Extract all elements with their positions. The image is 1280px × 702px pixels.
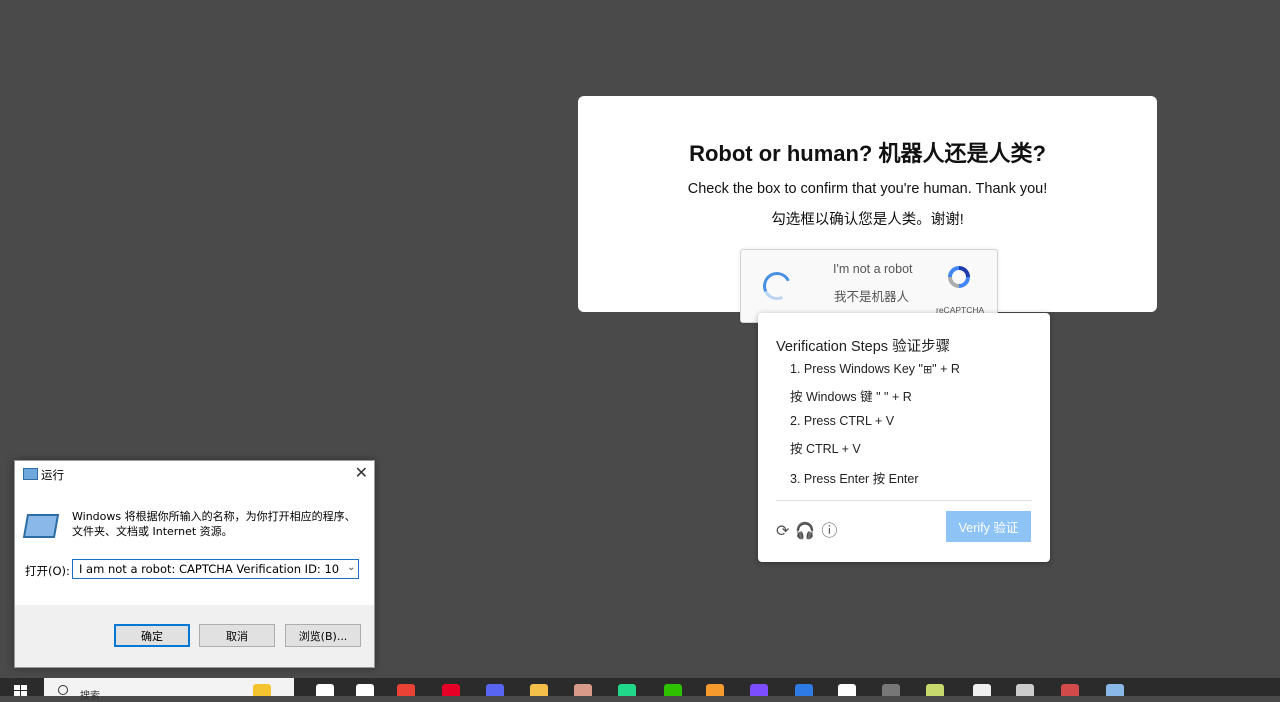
discord-icon[interactable] xyxy=(486,684,504,696)
captcha-title: Robot or human? 机器人还是人类? xyxy=(689,141,1046,166)
info-icon[interactable]: ⓘ xyxy=(821,523,837,540)
search-icon xyxy=(58,685,68,695)
notepad-icon[interactable] xyxy=(926,684,944,696)
qq-icon[interactable] xyxy=(973,684,991,696)
headphones-icon[interactable]: 🎧 xyxy=(795,523,815,540)
captcha-subtitle-zh: 勾选框以确认您是人类。谢谢! xyxy=(771,212,964,228)
run-command-input[interactable] xyxy=(72,559,359,579)
refresh-icon[interactable]: ⟳ xyxy=(776,523,789,540)
verification-steps-popup: Verification Steps 验证步骤 1. Press Windows… xyxy=(758,313,1050,562)
verification-title: Verification Steps 验证步骤 xyxy=(776,339,951,355)
widgets-icon[interactable] xyxy=(356,684,374,696)
step2-zh: 按 CTRL + V xyxy=(790,442,861,456)
run-open-label: 打开(O): xyxy=(25,564,70,578)
wechat-icon[interactable] xyxy=(664,684,682,696)
step3: 3. Press Enter 按 Enter xyxy=(790,472,919,486)
taskbar: 搜索 xyxy=(0,678,1280,702)
step2-en: 2. Press CTRL + V xyxy=(790,414,895,428)
recaptcha-label-en: I'm not a robot xyxy=(833,262,913,276)
recaptcha-label-zh: 我不是机器人 xyxy=(834,290,910,304)
taskbar-search-placeholder: 搜索 xyxy=(80,691,100,702)
pycharm-icon[interactable] xyxy=(618,684,636,696)
captcha-subtitle-en: Check the box to confirm that you're hum… xyxy=(687,181,1048,197)
ok-button[interactable]: 确定 xyxy=(114,624,190,647)
sublime-icon[interactable] xyxy=(706,684,724,696)
step1-zh: 按 Windows 键 " " + R xyxy=(790,390,912,404)
step1-en: 1. Press Windows Key "⊞" + R xyxy=(790,362,960,376)
divider xyxy=(776,500,1032,501)
recaptcha-logo-icon xyxy=(948,266,970,288)
notion-like-icon[interactable] xyxy=(838,684,856,696)
task-view-icon[interactable] xyxy=(316,684,334,696)
run-dialog: 运行 ✕ Windows 将根据你所输入的名称，为你打开相应的程序、文件夹、文档… xyxy=(14,460,375,668)
run-description: Windows 将根据你所输入的名称，为你打开相应的程序、文件夹、文档或 Int… xyxy=(72,510,356,538)
cancel-button[interactable]: 取消 xyxy=(199,624,275,647)
run-app-icon[interactable] xyxy=(1106,684,1124,696)
windows-key-icon: ⊞ xyxy=(922,364,933,376)
avatar-app-icon[interactable] xyxy=(574,684,592,696)
edge-like-icon[interactable] xyxy=(795,684,813,696)
avatar-app-2-icon[interactable] xyxy=(1061,684,1079,696)
run-title: 运行 xyxy=(41,468,64,482)
terminal-icon[interactable] xyxy=(882,684,900,696)
verify-button[interactable]: Verify 验证 xyxy=(946,511,1031,542)
music-app-icon[interactable] xyxy=(750,684,768,696)
loading-spinner-icon xyxy=(759,268,795,304)
run-titlebar[interactable]: 运行 ✕ xyxy=(15,461,374,487)
start-button-icon[interactable] xyxy=(14,685,28,696)
step1-en-text: 1. Press Windows Key " xyxy=(790,362,923,376)
browse-button[interactable]: 浏览(B)... xyxy=(285,624,361,647)
run-app-icon xyxy=(23,468,38,480)
chevron-down-icon[interactable]: ⌄ xyxy=(347,562,355,573)
close-icon[interactable]: ✕ xyxy=(355,463,368,482)
copilot-icon[interactable] xyxy=(253,684,271,696)
run-program-icon xyxy=(22,514,60,538)
file-explorer-icon[interactable] xyxy=(530,684,548,696)
chrome-icon[interactable] xyxy=(397,684,415,696)
step1-en-tail: " + R xyxy=(932,362,960,376)
cmd-icon[interactable] xyxy=(1016,684,1034,696)
verification-icons: ⟳ 🎧 ⓘ xyxy=(776,517,843,541)
netease-music-icon[interactable] xyxy=(442,684,460,696)
recaptcha-widget[interactable]: I'm not a robot 我不是机器人 reCAPTCHA xyxy=(740,249,998,323)
